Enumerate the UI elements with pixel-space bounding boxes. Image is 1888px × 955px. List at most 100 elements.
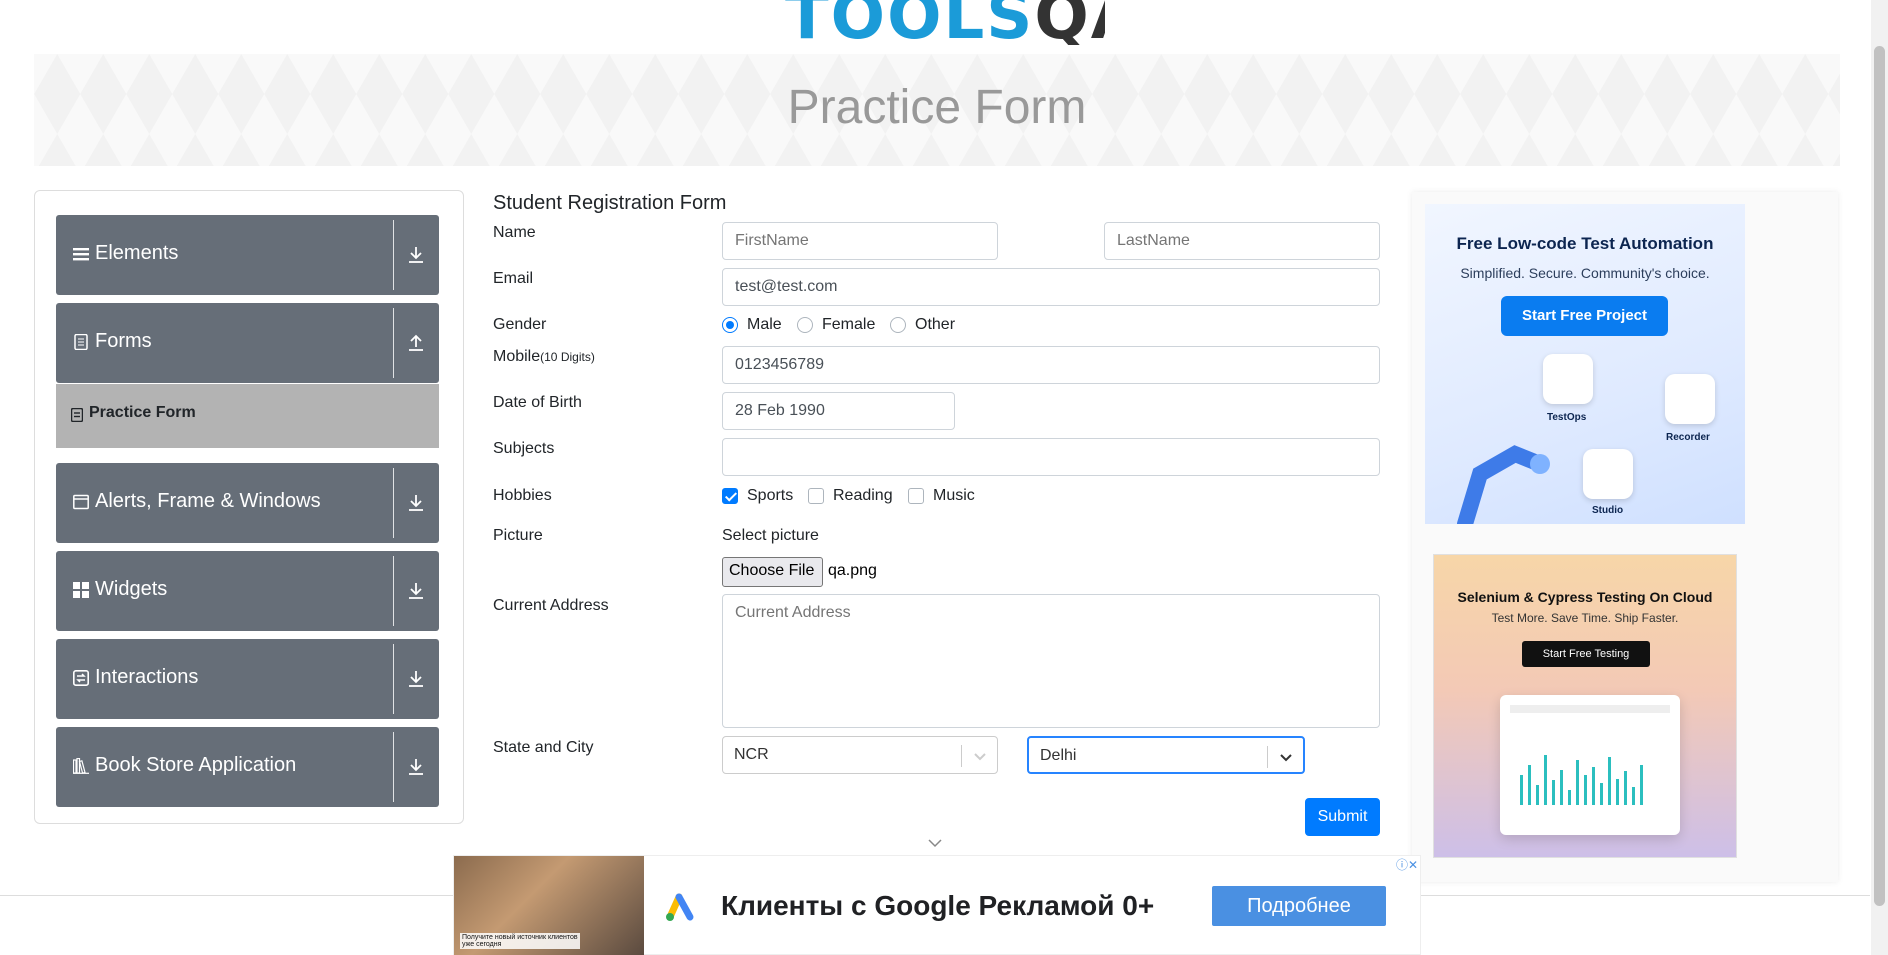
city-value: Delhi: [1040, 747, 1077, 764]
ad-title: Free Low-code Test Automation: [1456, 234, 1714, 253]
subjects-label: Subjects: [493, 440, 555, 457]
sidebar-group-label: Book Store Application: [95, 754, 297, 776]
form-title: Student Registration Form: [493, 192, 727, 214]
radio-label: Female: [822, 316, 876, 333]
more-button[interactable]: Подробнее: [1212, 886, 1386, 926]
page-title: Practice Form: [787, 81, 1087, 134]
sidebar-group-book-store[interactable]: Book Store Application: [56, 727, 439, 807]
email-label: Email: [493, 270, 534, 287]
collapse-icon[interactable]: [407, 331, 425, 353]
studio-icon: [1583, 449, 1633, 499]
lambdatest-ad[interactable]: Selenium & Cypress Testing On Cloud Test…: [1433, 554, 1737, 858]
selected-file-name: qa.png: [828, 562, 877, 579]
checkbox-label: Music: [933, 487, 975, 504]
state-city-label: State and City: [493, 739, 594, 756]
ad-photo: Получите новый источник клиентов уже сег…: [454, 856, 644, 955]
state-value: NCR: [734, 746, 769, 763]
current-address-textarea[interactable]: [722, 594, 1380, 728]
sidebar-group-alerts[interactable]: Alerts, Frame & Windows: [56, 463, 439, 543]
ad-subtitle: Test More. Save Time. Ship Faster.: [1491, 611, 1679, 625]
submit-button[interactable]: Submit: [1305, 798, 1380, 836]
picture-label: Picture: [493, 527, 543, 544]
state-select[interactable]: NCR: [722, 736, 998, 774]
scrollbar-thumb[interactable]: [1874, 46, 1885, 906]
city-select[interactable]: Delhi: [1027, 736, 1305, 774]
chevron-down-icon[interactable]: [972, 748, 988, 764]
gender-radio-male[interactable]: Male: [722, 316, 782, 334]
expand-icon[interactable]: [407, 755, 425, 777]
robot-arm-icon: [1457, 445, 1550, 524]
logo-text: TOOLSQA: [785, 0, 1105, 45]
start-free-testing-button[interactable]: Start Free Testing: [1522, 641, 1650, 667]
radio-icon[interactable]: [722, 317, 738, 333]
sidebar-group-label: Interactions: [95, 666, 199, 688]
interactions-icon: [73, 670, 89, 686]
last-name-input[interactable]: [1104, 222, 1380, 260]
toolsqa-logo[interactable]: TOOLSQA: [785, 0, 1105, 45]
radio-icon[interactable]: [797, 317, 813, 333]
widgets-icon: [73, 582, 89, 598]
sidebar-group-interactions[interactable]: Interactions: [56, 639, 439, 719]
page-banner: Practice Form: [34, 54, 1840, 166]
sidebar-item-practice-form[interactable]: Practice Form: [56, 384, 439, 448]
expand-icon[interactable]: [407, 667, 425, 689]
gender-radio-other[interactable]: Other: [890, 316, 955, 334]
gender-radio-female[interactable]: Female: [797, 316, 875, 334]
ad-close-icon[interactable]: ⓘ✕: [1396, 856, 1418, 873]
expand-icon[interactable]: [407, 491, 425, 513]
radio-icon[interactable]: [890, 317, 906, 333]
sidebar-group-forms[interactable]: Forms: [56, 303, 439, 383]
katalon-ad[interactable]: Free Low-code Test Automation Simplified…: [1425, 204, 1745, 524]
checkbox-label: Sports: [747, 487, 794, 504]
tile-label: Recorder: [1666, 432, 1710, 443]
sidebar-item-label: Practice Form: [89, 404, 196, 421]
mobile-input[interactable]: [722, 346, 1380, 384]
sidebar-group-label: Elements: [95, 242, 179, 264]
name-label: Name: [493, 224, 536, 241]
window-icon: [73, 494, 89, 510]
checkbox-icon[interactable]: [908, 488, 924, 504]
expand-icon[interactable]: [407, 243, 425, 265]
subjects-input[interactable]: [722, 438, 1380, 476]
tile-label: Studio: [1592, 505, 1624, 516]
hobbies-label: Hobbies: [493, 487, 552, 504]
mobile-label: Mobile(10 Digits): [493, 348, 595, 365]
separator: [961, 745, 962, 767]
dashboard-illustration: [1500, 695, 1680, 835]
email-input[interactable]: [722, 268, 1380, 306]
google-ads-banner[interactable]: Получите новый источник клиентов уже сег…: [453, 855, 1421, 955]
sidebar-group-elements[interactable]: Elements: [56, 215, 439, 295]
document-icon: [74, 334, 88, 350]
ad-subtitle: Simplified. Secure. Community's choice.: [1460, 265, 1710, 281]
sidebar-group-widgets[interactable]: Widgets: [56, 551, 439, 631]
bar-chart-illustration: [1510, 705, 1670, 805]
ad-caption: Получите новый источник клиентов уже сег…: [460, 933, 580, 949]
sidebar-group-label: Alerts, Frame & Windows: [95, 490, 321, 512]
ad-headline: Клиенты с Google Рекламой 0+: [721, 890, 1155, 921]
dob-input[interactable]: [722, 392, 955, 430]
first-name-input[interactable]: [722, 222, 998, 260]
hobby-checkbox-music[interactable]: Music: [908, 487, 975, 505]
start-free-project-button[interactable]: Start Free Project: [1501, 296, 1668, 336]
radio-label: Male: [747, 316, 782, 333]
divider: [393, 732, 394, 802]
checkbox-label: Reading: [833, 487, 893, 504]
address-label: Current Address: [493, 597, 609, 614]
divider: [393, 308, 394, 378]
radio-label: Other: [915, 316, 956, 333]
divider: [393, 220, 394, 290]
divider: [393, 556, 394, 626]
divider: [393, 468, 394, 538]
checkbox-icon[interactable]: [722, 488, 738, 504]
choose-file-button[interactable]: Choose File: [722, 557, 823, 587]
hobby-checkbox-reading[interactable]: Reading: [808, 487, 893, 505]
chevron-down-icon[interactable]: [1278, 749, 1294, 765]
page-scrollbar[interactable]: [1871, 0, 1888, 955]
sidebar: Elements Forms Practice Form Alerts, Fra…: [34, 190, 464, 824]
hobby-checkbox-sports[interactable]: Sports: [722, 487, 793, 505]
chevron-down-icon[interactable]: [928, 838, 942, 848]
expand-icon[interactable]: [407, 579, 425, 601]
dob-label: Date of Birth: [493, 394, 582, 411]
ad-title: Selenium & Cypress Testing On Cloud: [1457, 589, 1713, 605]
checkbox-icon[interactable]: [808, 488, 824, 504]
